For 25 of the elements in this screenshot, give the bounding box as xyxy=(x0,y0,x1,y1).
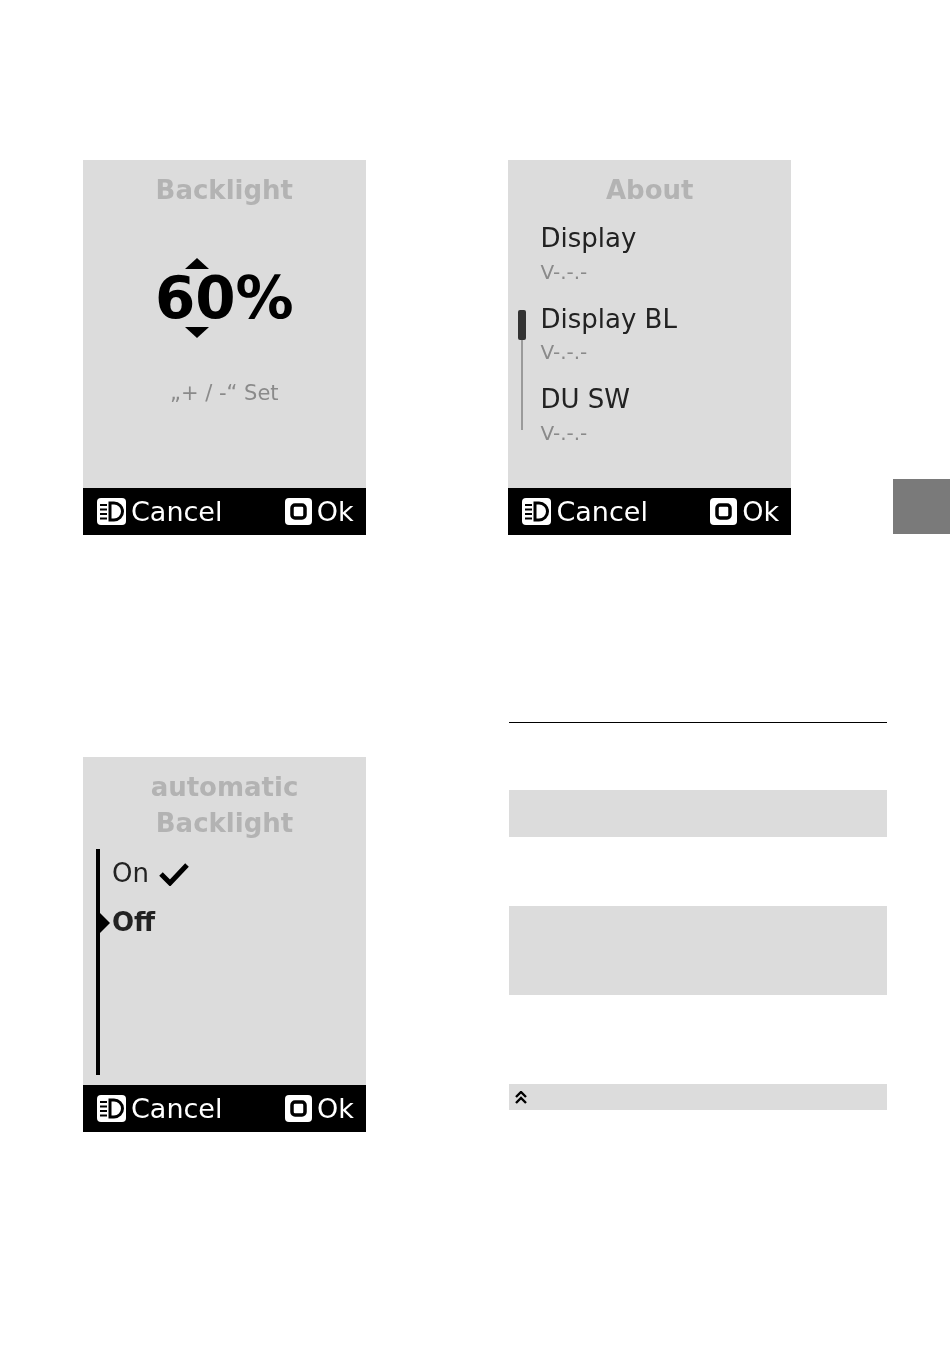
cancel-button[interactable]: Cancel xyxy=(97,1095,223,1122)
option-label: On xyxy=(112,857,149,890)
item-name: Display xyxy=(540,224,638,253)
double-chevron-up-icon xyxy=(515,1090,527,1104)
value-text: 60% xyxy=(154,269,294,327)
down-arrow-icon xyxy=(184,327,209,338)
version-text: V-.-.- xyxy=(540,260,589,283)
headlight-icon xyxy=(97,498,126,525)
ok-button[interactable]: Ok xyxy=(284,498,354,525)
item-name: Display BL xyxy=(540,304,677,334)
cancel-button[interactable]: Cancel xyxy=(97,498,223,525)
option-label: Off xyxy=(112,906,156,939)
ok-button[interactable]: Ok xyxy=(710,498,780,525)
headlight-icon xyxy=(522,498,552,525)
hint-text: „+ / -“ Set xyxy=(170,380,279,407)
version-text: V-.-.- xyxy=(540,341,589,364)
square-key-icon xyxy=(285,1095,313,1122)
version-text: V-.-.- xyxy=(540,421,589,444)
up-arrow-icon xyxy=(184,258,209,269)
ok-button[interactable]: Ok xyxy=(285,1095,354,1122)
item-name: DU SW xyxy=(540,385,631,414)
square-key-icon xyxy=(284,498,312,525)
cancel-button[interactable]: Cancel xyxy=(522,498,648,525)
headlight-icon xyxy=(97,1095,126,1122)
square-key-icon xyxy=(710,498,738,525)
